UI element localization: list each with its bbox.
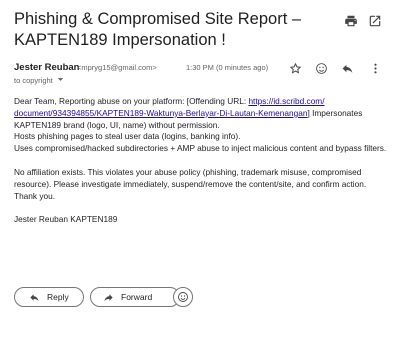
- body-text: Hosts phishing pages to steal user data …: [14, 131, 241, 142]
- reply-button[interactable]: Reply: [14, 287, 84, 307]
- forward-icon: [104, 293, 113, 301]
- body-paragraph: Dear Team, Reporting abuse on your platf…: [14, 96, 394, 155]
- add-reaction-button[interactable]: [173, 287, 193, 307]
- more-vert-icon[interactable]: [368, 61, 382, 75]
- forward-button[interactable]: Forward: [90, 287, 180, 307]
- message-time: 1:30 PM (0 minutes ago): [186, 63, 269, 72]
- message-body: Dear Team, Reporting abuse on your platf…: [14, 96, 394, 226]
- emoji-icon: [178, 292, 188, 302]
- reply-icon[interactable]: [340, 61, 354, 75]
- sender-email: <mpryg15@gmail.com>: [77, 63, 157, 72]
- body-paragraph: No affiliation exists. This violates you…: [14, 166, 367, 189]
- recipients-label: to copyright: [14, 76, 53, 85]
- reply-icon: [30, 293, 39, 301]
- body-text: ] Impersonates: [307, 107, 363, 118]
- message-header: Jester Reuban <mpryg15@gmail.com> to cop…: [14, 62, 399, 88]
- body-text: KAPTEN189 brand (logo, UI, name) without…: [14, 119, 220, 130]
- emoji-reaction-icon[interactable]: [314, 61, 328, 75]
- open-in-new-window-icon[interactable]: [368, 14, 382, 28]
- offending-url-link[interactable]: https://id.scribd.com/: [248, 96, 324, 106]
- star-icon[interactable]: [288, 61, 302, 75]
- recipients-toggle[interactable]: to copyright: [14, 76, 64, 85]
- body-text: Uses compromised/hacked subdirectories +…: [14, 143, 387, 154]
- reply-label: Reply: [47, 292, 69, 302]
- signature: Jester Reuban KAPTEN189: [14, 214, 118, 225]
- chevron-down-icon: [57, 78, 64, 81]
- email-subject: Phishing & Compromised Site Report – KAP…: [14, 10, 302, 49]
- body-text: Thank you.: [14, 190, 56, 201]
- print-icon[interactable]: [344, 14, 358, 28]
- body-text: Dear Team, Reporting abuse on your platf…: [14, 96, 249, 106]
- offending-url-link-continued[interactable]: document/934394855/KAPTEN189-Waktunya-Be…: [14, 108, 307, 118]
- sender-name[interactable]: Jester Reuban: [14, 62, 79, 73]
- forward-label: Forward: [121, 292, 153, 302]
